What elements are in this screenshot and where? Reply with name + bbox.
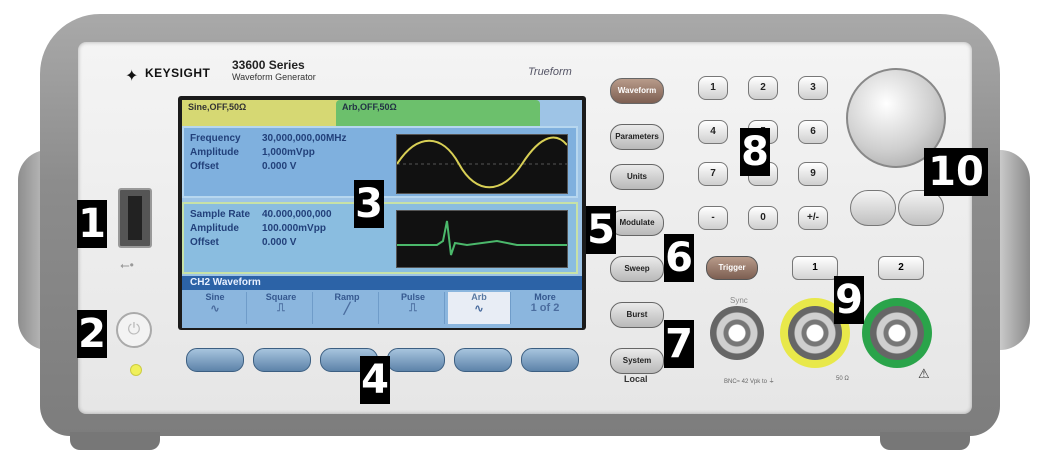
key-2[interactable]: 2 [748,76,778,100]
channel-1-button[interactable]: 1 [792,256,838,280]
softkey-label-square: Square ⎍ [250,292,313,324]
key-7[interactable]: 7 [698,162,728,186]
softkey-label-pulse: Pulse ⎍ [382,292,445,324]
warning-icon: ⚠ [918,366,930,381]
softkey-labels: Sine ∿ Square ⎍ Ramp ╱ Pulse ⎍ Arb ∿ More 1 of… [182,290,582,328]
ch1-status-tab: Sine,OFF,50Ω [182,100,350,126]
callout-8: 8 [740,128,770,176]
series-label: 33600 Series [232,58,305,72]
amplitude-value: 100.000mVpp [262,223,326,234]
softkey-6[interactable] [521,348,579,372]
callout-3: 3 [354,180,384,228]
amplitude-label: Amplitude [190,147,239,158]
sine-icon: ∿ [210,303,220,315]
amplitude-value: 1,000mVpp [262,147,315,158]
frequency-label: Frequency [190,133,241,144]
connector-rating: BNC≈ 42 Vpk to ⏚ [724,379,775,385]
keysight-logo-icon: ✦ [125,68,139,85]
offset-value: 0.000 V [262,237,297,248]
amplitude-label: Amplitude [190,223,239,234]
softkey-5[interactable] [454,348,512,372]
offset-value: 0.000 V [262,161,297,172]
waveform-button[interactable]: Waveform [610,78,664,104]
channel-2-button[interactable]: 2 [878,256,924,280]
left-foot [70,432,160,450]
ch2-arb-preview [396,210,568,268]
usb-port[interactable] [118,188,152,248]
square-icon: ⎍ [277,302,285,314]
offset-label: Offset [190,161,219,172]
series-subtitle: Waveform Generator [232,72,316,82]
ch1-sine-preview [396,134,568,194]
key-9[interactable]: 9 [798,162,828,186]
ramp-icon: ╱ [343,303,351,315]
trueform-label: Trueform [528,66,572,78]
callout-6: 6 [664,234,694,282]
callout-10: 10 [924,148,988,196]
key-4[interactable]: 4 [698,120,728,144]
key-3[interactable]: 3 [798,76,828,100]
callout-1: 1 [77,200,107,248]
callout-2: 2 [77,310,107,358]
softkey-label-sine: Sine ∿ [184,292,247,324]
modulate-button[interactable]: Modulate [610,210,664,236]
key-minus[interactable]: - [698,206,728,230]
sample-rate-value: 40.000,000,000 [262,209,332,220]
softkey-1[interactable] [186,348,244,372]
sync-label: Sync [730,296,748,305]
more-page-indicator: 1 of 2 [530,302,560,314]
left-arrow-button[interactable] [850,190,896,226]
offset-label: Offset [190,237,219,248]
pulse-icon: ⎍ [409,302,417,314]
sample-rate-label: Sample Rate [190,209,251,220]
system-button[interactable]: System [610,348,664,374]
right-foot [880,432,970,450]
parameters-button[interactable]: Parameters [610,124,664,150]
softkey-label-ramp: Ramp ╱ [316,292,379,324]
callout-7: 7 [664,320,694,368]
power-led [130,364,142,376]
softkey-label-more: More 1 of 2 [514,292,576,324]
menu-title: CH2 Waveform [182,276,582,290]
brand-name: KEYSIGHT [145,66,211,80]
burst-button[interactable]: Burst [610,302,664,328]
key-0[interactable]: 0 [748,206,778,230]
power-button[interactable]: ⏻ [116,312,152,348]
ch2-output-connector[interactable] [870,306,924,360]
softkey-4[interactable] [387,348,445,372]
arb-icon: ∿ [474,303,484,315]
key-1[interactable]: 1 [698,76,728,100]
key-plus-minus[interactable]: +/- [798,206,828,230]
softkey-2[interactable] [253,348,311,372]
callout-9: 9 [834,276,864,324]
callout-4: 4 [360,356,390,404]
impedance-label: 50 Ω [836,376,849,382]
callout-5: 5 [586,206,616,254]
softkey-label-arb: Arb ∿ [448,292,511,324]
local-label: Local [624,374,648,384]
trigger-button[interactable]: Trigger [706,256,758,280]
units-button[interactable]: Units [610,164,664,190]
sync-connector[interactable] [710,306,764,360]
key-6[interactable]: 6 [798,120,828,144]
usb-icon: ⭠• [120,258,134,272]
frequency-value: 30,000,000,00MHz [262,133,347,144]
sweep-button[interactable]: Sweep [610,256,664,282]
power-icon: ⏻ [127,321,141,338]
ch2-status-tab: Arb,OFF,50Ω [336,100,540,126]
